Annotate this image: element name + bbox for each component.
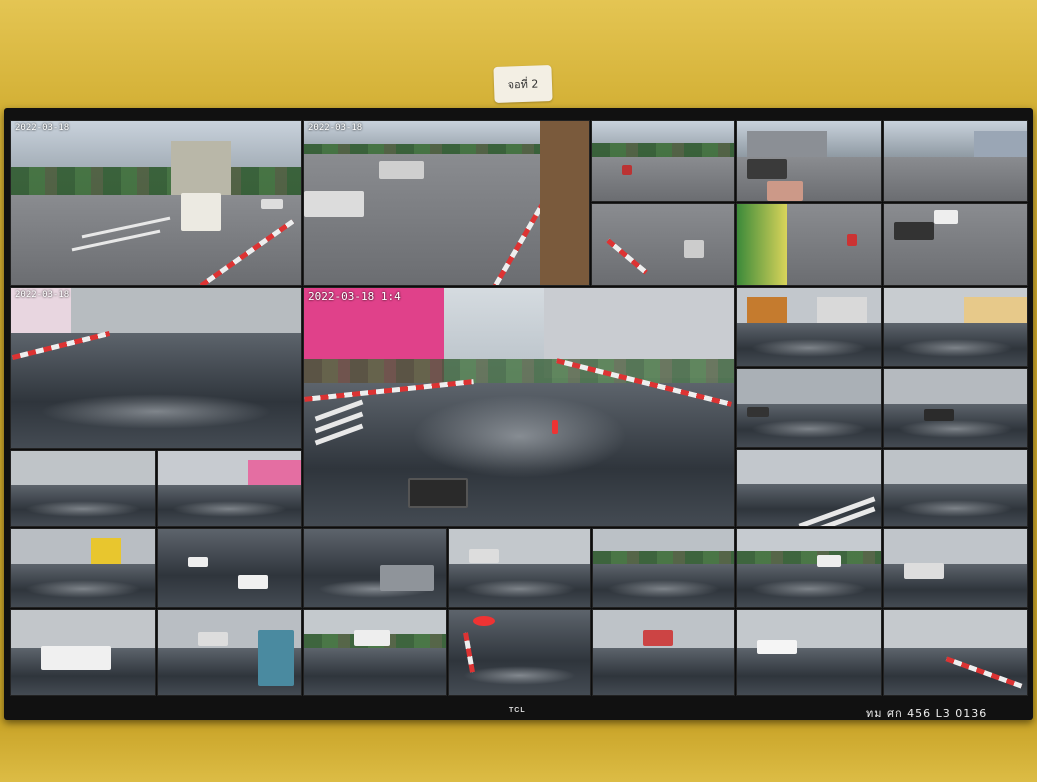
camera-feed[interactable]: 2022-03-18 xyxy=(303,120,590,286)
camera-feed[interactable] xyxy=(592,609,735,696)
camera-feed[interactable] xyxy=(883,528,1028,608)
monitor-serial-label: ทม ศก 456 L3 0136 xyxy=(866,707,988,720)
camera-feed[interactable] xyxy=(157,609,302,696)
camera-feed[interactable] xyxy=(736,203,882,286)
camera-feed[interactable] xyxy=(592,528,735,608)
camera-feed[interactable] xyxy=(157,528,302,608)
camera-timestamp: 2022-03-18 xyxy=(15,123,70,133)
camera-feed[interactable]: 2022-03-18 xyxy=(10,287,302,449)
camera-feed[interactable] xyxy=(448,528,591,608)
camera-feed[interactable] xyxy=(736,528,882,608)
camera-feed[interactable] xyxy=(303,609,447,696)
camera-timestamp: 2022-03-18 xyxy=(15,290,70,300)
camera-feed[interactable] xyxy=(883,120,1028,202)
camera-feed[interactable] xyxy=(883,287,1028,367)
camera-wall: 2022-03-18 2022-03-18 2022-03-18 2022-03… xyxy=(10,120,1028,696)
camera-feed[interactable] xyxy=(883,449,1028,527)
camera-feed[interactable] xyxy=(736,287,882,367)
sticky-note-label: จอที่ 2 xyxy=(493,64,553,104)
camera-feed[interactable] xyxy=(736,368,882,448)
camera-feed[interactable] xyxy=(736,449,882,527)
camera-feed[interactable] xyxy=(736,609,882,696)
camera-feed[interactable] xyxy=(10,609,156,696)
camera-feed[interactable] xyxy=(591,120,735,202)
camera-feed-large[interactable]: 2022-03-18 1:4 xyxy=(303,287,735,527)
camera-feed[interactable] xyxy=(448,609,591,696)
camera-timestamp: 2022-03-18 1:4 xyxy=(308,290,401,303)
camera-feed[interactable]: 2022-03-18 xyxy=(10,120,302,286)
camera-feed[interactable] xyxy=(157,450,302,527)
monitor-brand-logo: TCL xyxy=(509,707,526,714)
camera-feed[interactable] xyxy=(883,368,1028,448)
camera-feed[interactable] xyxy=(883,609,1028,696)
camera-feed[interactable] xyxy=(883,203,1028,286)
camera-feed[interactable] xyxy=(10,450,156,527)
camera-feed[interactable] xyxy=(10,528,156,608)
cctv-monitor: 2022-03-18 2022-03-18 2022-03-18 2022-03… xyxy=(4,108,1033,720)
camera-feed[interactable] xyxy=(591,203,735,286)
wall-bottom xyxy=(0,718,1037,782)
camera-timestamp: 2022-03-18 xyxy=(308,123,363,133)
camera-feed[interactable] xyxy=(303,528,447,608)
camera-feed[interactable] xyxy=(736,120,882,202)
